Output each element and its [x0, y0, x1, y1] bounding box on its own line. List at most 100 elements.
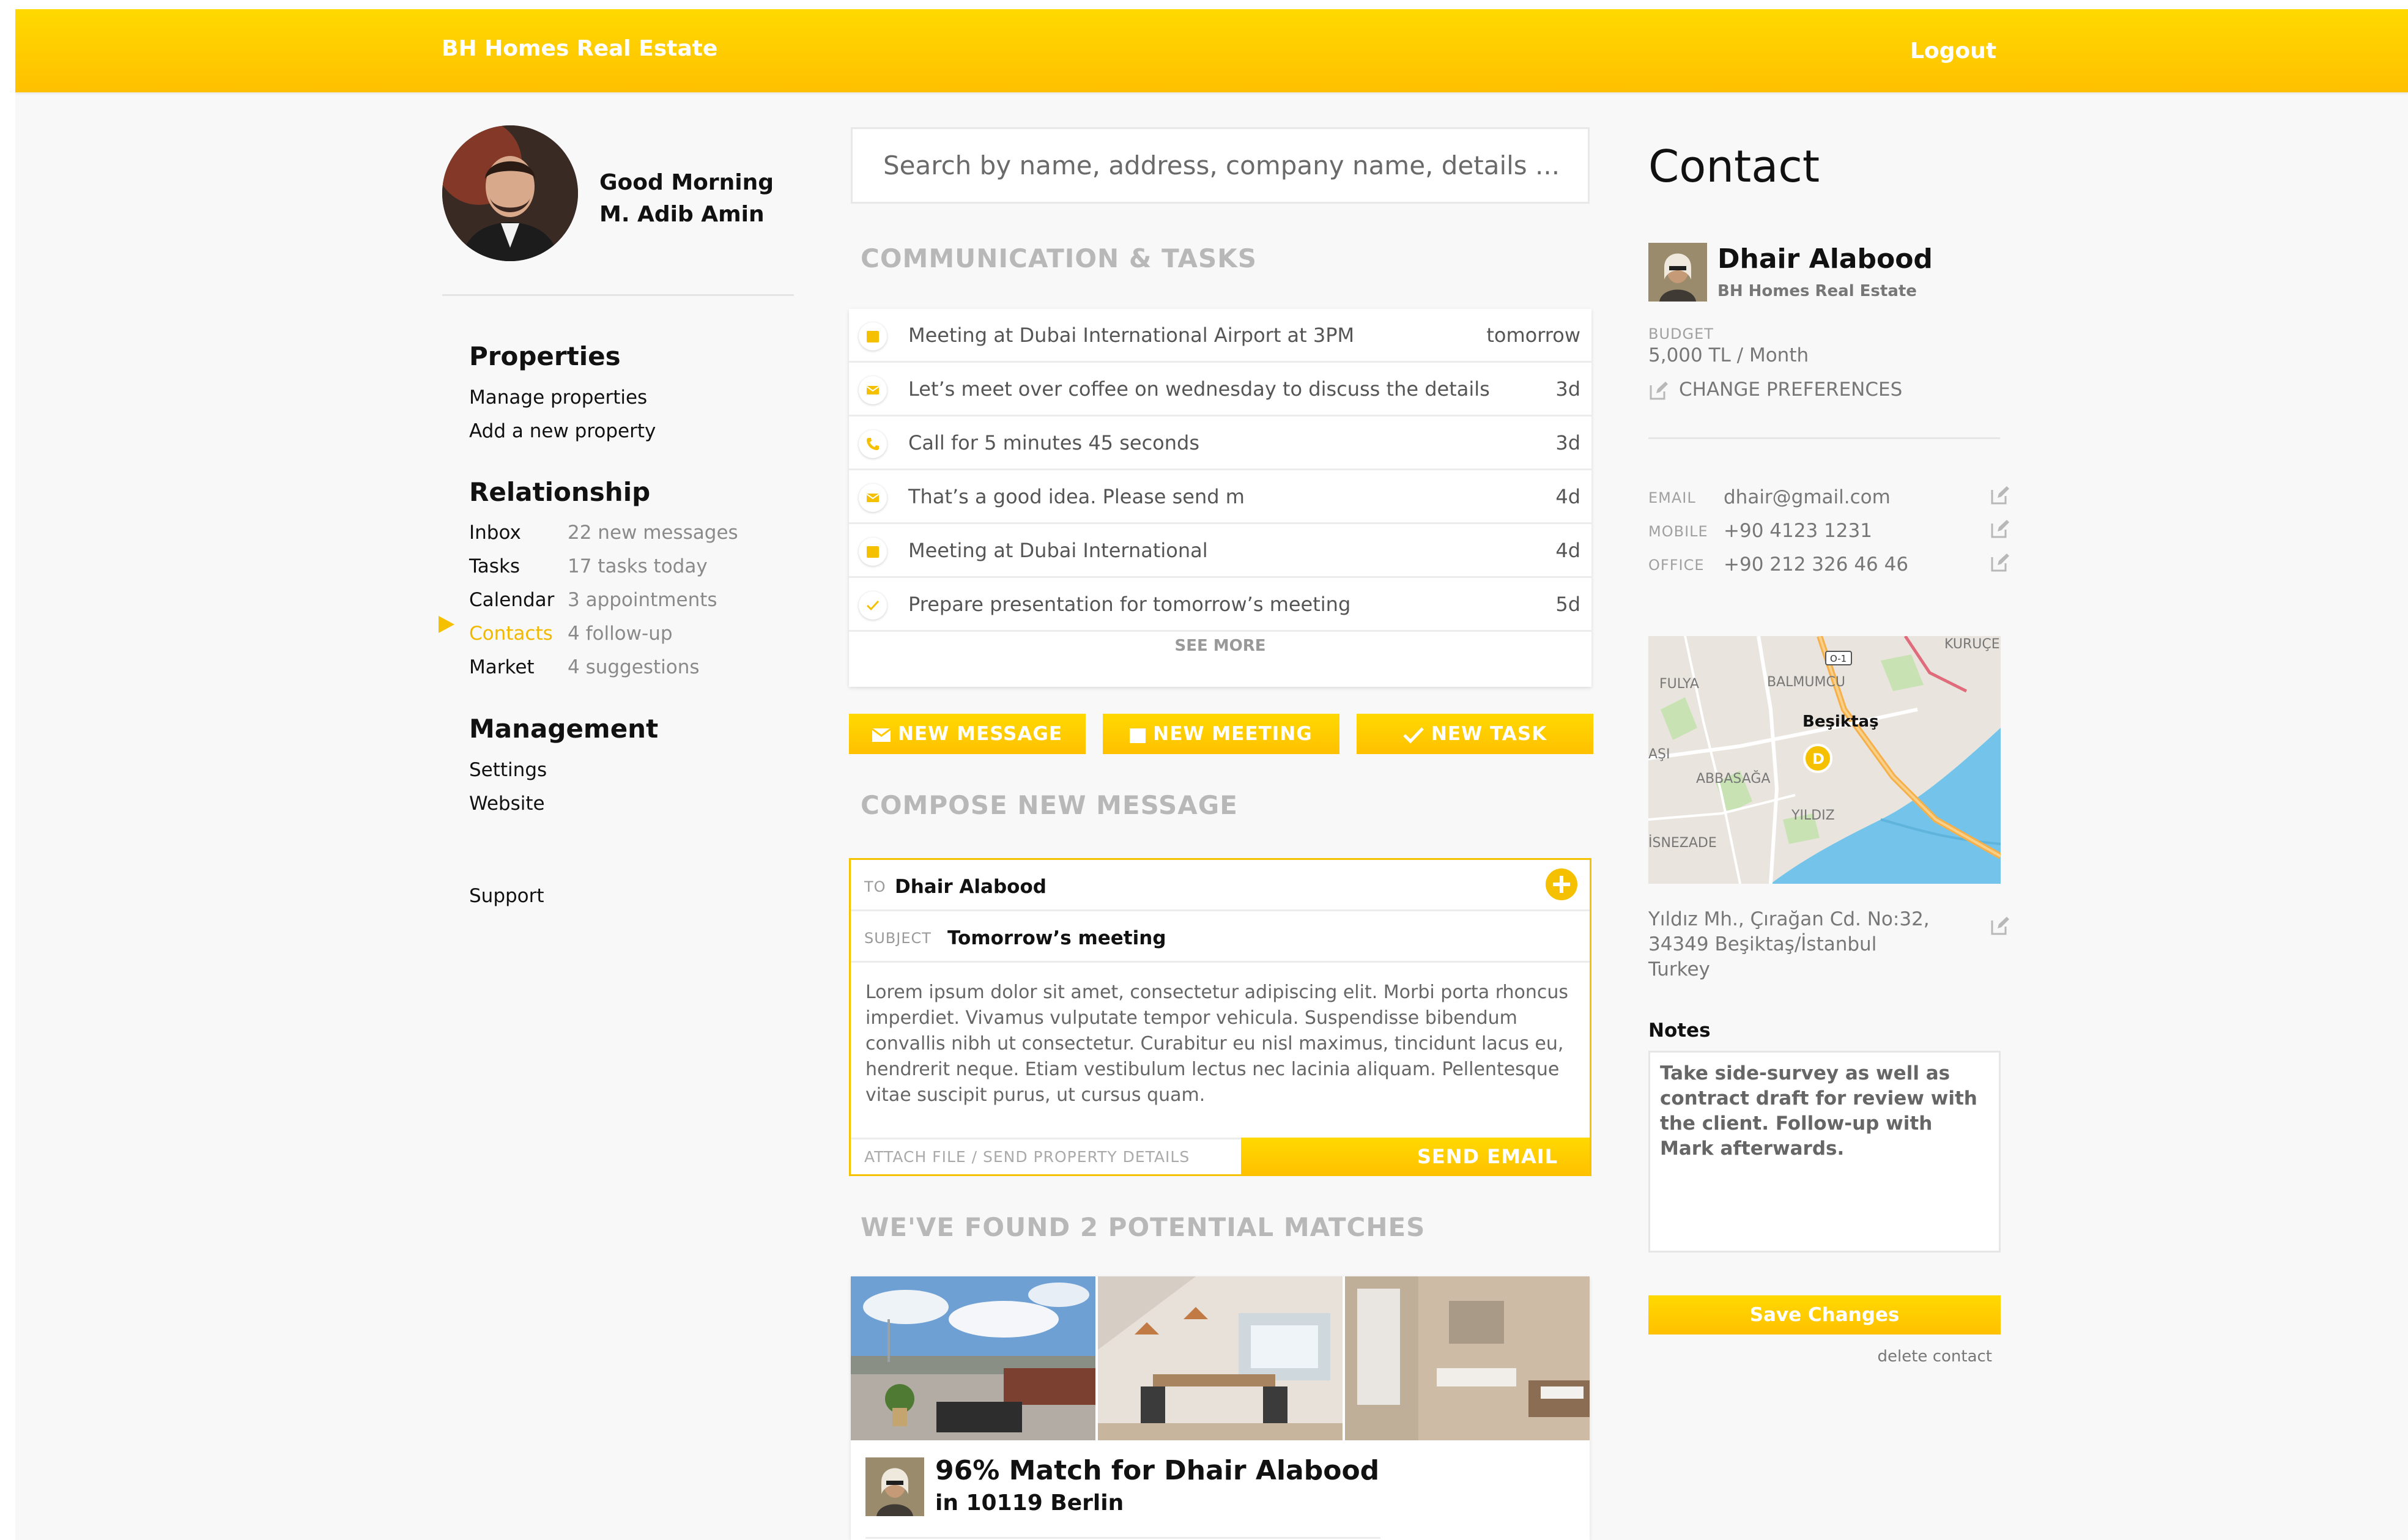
- task-row[interactable]: Call for 5 minutes 45 seconds 3d: [849, 416, 1591, 470]
- to-row[interactable]: TO Dhair Alabood: [851, 860, 1590, 911]
- attach-file-link[interactable]: ATTACH FILE / SEND PROPERTY DETAILS: [864, 1148, 1190, 1166]
- map-label-kuruce: KURUÇE: [1944, 637, 2000, 652]
- address-line-1: Yıldız Mh., Çırağan Cd. No:32,: [1648, 908, 1930, 930]
- send-email-button[interactable]: SEND EMAIL: [1241, 1138, 1590, 1176]
- edit-address-icon[interactable]: [1990, 916, 2010, 936]
- task-due: 3d: [1555, 431, 1580, 454]
- left-divider: [442, 294, 794, 296]
- map-label-asi: AŞI: [1648, 747, 1670, 762]
- notes-box: Take side-survey as well as contract dra…: [1648, 1051, 2001, 1253]
- greeting-text: Good Morning: [599, 170, 774, 195]
- new-message-button[interactable]: NEW MESSAGE: [849, 714, 1086, 754]
- match-card[interactable]: 96% Match for Dhair Alabood in 10119 Ber…: [851, 1276, 1590, 1540]
- map-label-yildiz: YILDIZ: [1791, 808, 1835, 823]
- delete-contact-link[interactable]: delete contact: [1878, 1347, 1992, 1366]
- see-more-link[interactable]: SEE MORE: [849, 637, 1591, 655]
- nav-item-settings[interactable]: Settings: [469, 759, 547, 781]
- compose-section-title: COMPOSE NEW MESSAGE: [861, 790, 1238, 820]
- edit-mobile-icon[interactable]: [1990, 519, 2010, 539]
- nav-item-tasks[interactable]: Tasks: [469, 555, 520, 577]
- nav-item-calendar[interactable]: Calendar: [469, 589, 554, 611]
- map-label-isnezade: İSNEZADE: [1648, 835, 1717, 851]
- new-meeting-button[interactable]: NEW MEETING: [1103, 714, 1339, 754]
- location-map[interactable]: KURUÇE FULYA BALMUMCU Beşiktaş AŞI ABBAS…: [1648, 636, 2001, 884]
- change-preferences-link[interactable]: CHANGE PREFERENCES: [1679, 379, 1902, 401]
- nav-item-add-property[interactable]: Add a new property: [469, 420, 656, 442]
- logout-link[interactable]: Logout: [1910, 39, 1996, 64]
- calendar-icon: [859, 322, 887, 350]
- compose-form: TO Dhair Alabood SUBJECT Tomorrow’s meet…: [849, 858, 1591, 1176]
- nav-item-manage-properties[interactable]: Manage properties: [469, 387, 647, 409]
- task-row[interactable]: Let’s meet over coffee on wednesday to d…: [849, 363, 1591, 416]
- nav-count-inbox: 22 new messages: [568, 522, 738, 544]
- email-label: EMAIL: [1648, 489, 1696, 506]
- contact-heading: Contact: [1648, 141, 1820, 192]
- nav-item-contacts[interactable]: Contacts: [469, 623, 553, 645]
- to-field[interactable]: Dhair Alabood: [895, 876, 1047, 898]
- user-name: M. Adib Amin: [599, 202, 765, 227]
- office-label: OFFICE: [1648, 557, 1705, 574]
- task-row[interactable]: Prepare presentation for tomorrow’s meet…: [849, 578, 1591, 632]
- new-message-label: NEW MESSAGE: [897, 723, 1062, 745]
- property-photo-bathroom[interactable]: [1345, 1276, 1590, 1440]
- subject-label: SUBJECT: [864, 930, 932, 947]
- match-headline[interactable]: 96% Match for Dhair Alabood: [935, 1455, 1379, 1486]
- subject-field[interactable]: Tomorrow’s meeting: [947, 927, 1166, 949]
- new-task-button[interactable]: NEW TASK: [1357, 714, 1593, 754]
- task-text: Call for 5 minutes 45 seconds: [908, 431, 1199, 454]
- task-text: Prepare presentation for tomorrow’s meet…: [908, 593, 1351, 616]
- nav-count-contacts: 4 follow-up: [568, 623, 673, 645]
- task-row[interactable]: Meeting at Dubai International 4d: [849, 524, 1591, 578]
- task-due: 4d: [1555, 485, 1580, 508]
- contact-company: BH Homes Real Estate: [1717, 282, 1917, 300]
- message-body[interactable]: Lorem ipsum dolor sit amet, consectetur …: [865, 980, 1575, 1108]
- nav-item-market[interactable]: Market: [469, 656, 535, 678]
- edit-email-icon[interactable]: [1990, 485, 2010, 506]
- mobile-value[interactable]: +90 4123 1231: [1724, 520, 1872, 542]
- mobile-label: MOBILE: [1648, 523, 1708, 540]
- envelope-icon: [872, 728, 891, 742]
- map-label-abbasaga: ABBASAĞA: [1696, 771, 1770, 787]
- brand-logo-text[interactable]: BH Homes Real Estate: [442, 36, 717, 61]
- envelope-icon: [859, 484, 887, 512]
- task-due: tomorrow: [1486, 324, 1580, 347]
- budget-label: BUDGET: [1648, 325, 1714, 342]
- calendar-icon: [859, 538, 887, 566]
- task-row[interactable]: That’s a good idea. Please send m 4d: [849, 470, 1591, 524]
- to-label: TO: [864, 878, 886, 895]
- edit-icon[interactable]: [1648, 380, 1669, 401]
- office-value[interactable]: +90 212 326 46 46: [1724, 553, 1908, 576]
- nav-item-website[interactable]: Website: [469, 793, 545, 815]
- save-changes-button[interactable]: Save Changes: [1648, 1295, 2001, 1335]
- map-label-besiktas: Beşiktaş: [1802, 713, 1879, 731]
- nav-item-support[interactable]: Support: [469, 885, 544, 907]
- terrace-image: [851, 1276, 1095, 1440]
- nav-heading-management: Management: [469, 714, 659, 744]
- notes-textarea[interactable]: Take side-survey as well as contract dra…: [1650, 1053, 1999, 1251]
- match-contact-avatar: [865, 1457, 924, 1516]
- task-due: 4d: [1555, 539, 1580, 562]
- edit-office-icon[interactable]: [1990, 552, 2010, 573]
- email-value[interactable]: dhair@gmail.com: [1724, 486, 1891, 508]
- contact-avatar-image: [865, 1457, 924, 1516]
- task-due: 3d: [1555, 377, 1580, 401]
- add-recipient-plus-icon[interactable]: [1546, 868, 1577, 900]
- communication-section-title: COMMUNICATION & TASKS: [861, 243, 1258, 273]
- nav-count-market: 4 suggestions: [568, 656, 700, 678]
- new-meeting-label: NEW MEETING: [1153, 723, 1313, 745]
- contact-address: Yıldız Mh., Çırağan Cd. No:32, 34349 Beş…: [1648, 907, 1930, 982]
- app-window: BH Homes Real Estate Logout Good Morning…: [15, 9, 2408, 1540]
- nav-item-inbox[interactable]: Inbox: [469, 522, 521, 544]
- property-photo-terrace[interactable]: [851, 1276, 1095, 1440]
- address-line-3: Turkey: [1648, 958, 1710, 980]
- user-avatar[interactable]: [442, 125, 578, 261]
- new-task-label: NEW TASK: [1431, 723, 1547, 745]
- notes-label: Notes: [1648, 1020, 1711, 1042]
- subject-row[interactable]: SUBJECT Tomorrow’s meeting: [851, 911, 1590, 963]
- top-bar: BH Homes Real Estate Logout: [15, 9, 2408, 92]
- task-row[interactable]: Meeting at Dubai International Airport a…: [849, 309, 1591, 363]
- contact-avatar[interactable]: [1648, 243, 1707, 302]
- search-input[interactable]: [853, 129, 1588, 202]
- property-photo-dining[interactable]: [1098, 1276, 1343, 1440]
- right-divider: [1648, 437, 2000, 439]
